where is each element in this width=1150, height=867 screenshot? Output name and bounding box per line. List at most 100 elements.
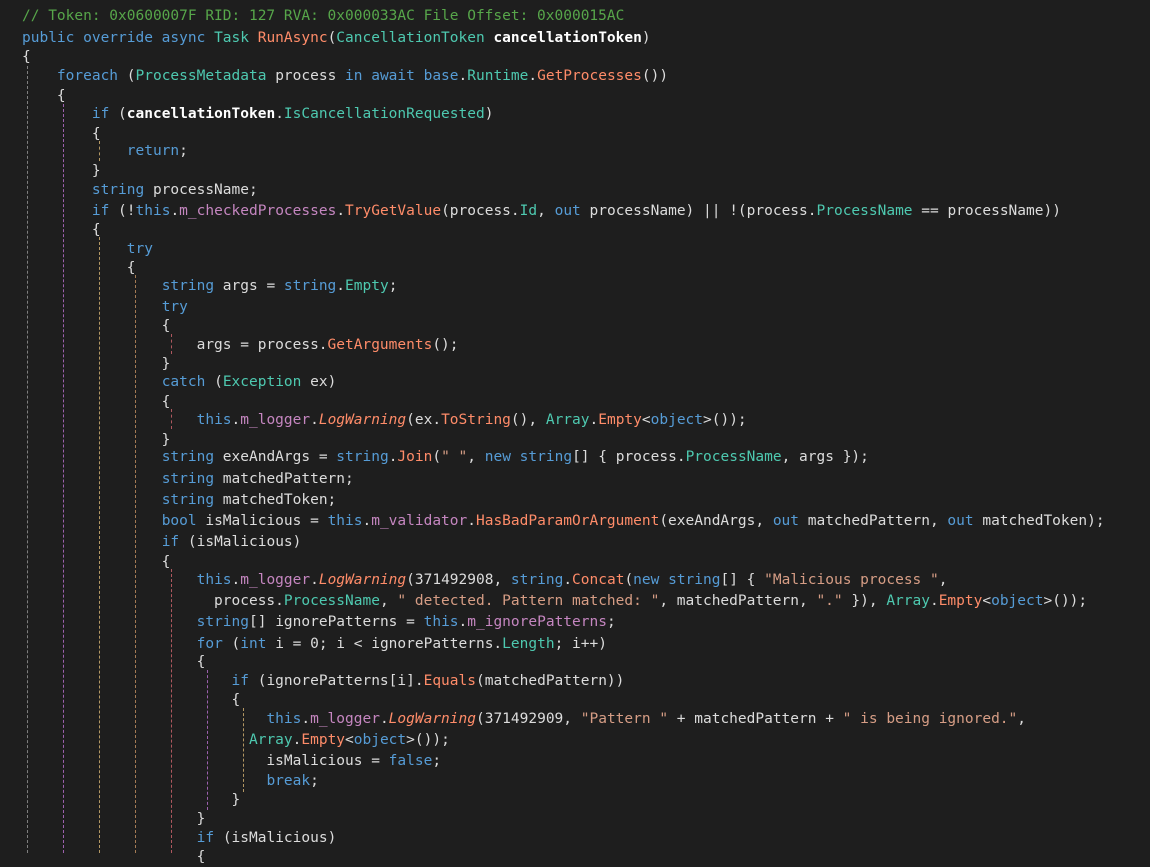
code-token: object — [991, 593, 1044, 609]
code-token: { — [22, 222, 101, 238]
code-token: cancellationToken — [493, 30, 642, 46]
code-line[interactable]: return; — [0, 141, 188, 161]
code-line[interactable]: { — [0, 690, 241, 710]
code-line[interactable]: Array.Empty<object>()); — [0, 730, 450, 750]
code-token: , — [467, 449, 485, 465]
code-line[interactable]: { — [0, 258, 136, 278]
code-token: out — [772, 513, 808, 529]
code-editor[interactable]: // Token: 0x0600007F RID: 127 RVA: 0x000… — [0, 0, 1150, 865]
code-line[interactable]: catch (Exception ex) — [0, 372, 337, 392]
code-token: m_ignorePatterns — [467, 614, 607, 630]
code-token: Equals — [423, 673, 476, 689]
code-token: "." — [816, 593, 843, 609]
code-token: } — [22, 432, 171, 448]
code-line[interactable]: if (ignorePatterns[i].Equals(matchedPatt… — [0, 671, 625, 691]
code-token: (371492908, — [406, 572, 511, 588]
code-line[interactable]: { — [0, 316, 171, 336]
code-token: < — [982, 593, 992, 609]
code-line[interactable]: for (int i = 0; i < ignorePatterns.Lengt… — [0, 634, 607, 654]
code-line[interactable]: bool isMalicious = this.m_validator.HasB… — [0, 511, 1105, 531]
code-line[interactable]: string[] ignorePatterns = this.m_ignoreP… — [0, 612, 616, 632]
code-line[interactable]: } — [0, 790, 241, 810]
code-token: . — [362, 513, 372, 529]
code-token: ; — [388, 278, 398, 294]
code-token: matchedToken); — [982, 513, 1105, 529]
code-token: i = 0; i < ignorePatterns. — [275, 636, 503, 652]
code-line[interactable]: if (isMalicious) — [0, 828, 337, 848]
code-line[interactable]: // Token: 0x0600007F RID: 127 RVA: 0x000… — [0, 6, 624, 26]
code-token: // Token: 0x0600007F RID: 127 RVA: 0x000… — [22, 8, 625, 24]
code-line[interactable]: { — [0, 220, 101, 240]
code-line[interactable]: break; — [0, 771, 318, 791]
code-token: (isMalicious) — [187, 534, 302, 550]
code-token: (); — [432, 337, 459, 353]
code-line[interactable]: this.m_logger.LogWarning(ex.ToString(), … — [0, 410, 747, 430]
code-token: >()); — [703, 412, 747, 428]
code-token: { — [22, 849, 206, 865]
code-token: m_validator — [371, 513, 468, 529]
code-line[interactable]: { — [0, 552, 171, 572]
code-line[interactable]: } — [0, 354, 171, 374]
code-line[interactable]: process.ProcessName, " detected. Pattern… — [0, 591, 1087, 611]
code-token: LogWarning — [318, 412, 407, 428]
code-token: [] { process. — [572, 449, 686, 465]
code-line[interactable]: try — [0, 297, 188, 317]
code-line[interactable]: { — [0, 86, 66, 106]
code-token: } — [22, 163, 101, 179]
code-token: } — [22, 356, 171, 372]
code-line[interactable]: args = process.GetArguments(); — [0, 335, 459, 355]
code-token: ToString — [441, 412, 511, 428]
code-token: string — [336, 449, 389, 465]
code-token: if — [91, 106, 119, 122]
code-line[interactable]: string args = string.Empty; — [0, 276, 398, 296]
code-line[interactable]: string matchedPattern; — [0, 469, 354, 489]
code-token: for — [196, 636, 232, 652]
code-token: ()) — [641, 68, 669, 84]
code-token: Empty — [301, 732, 346, 748]
code-token: ; — [432, 753, 442, 769]
code-token: GetProcesses — [537, 68, 642, 84]
code-token: process. — [22, 593, 284, 609]
code-token: matchedPattern; — [222, 471, 354, 487]
code-token: return — [126, 143, 180, 159]
code-line[interactable]: } — [0, 809, 206, 829]
code-token: (exeAndArgs, — [659, 513, 773, 529]
code-line[interactable]: foreach (ProcessMetadata process in awai… — [0, 66, 668, 86]
code-token: this — [266, 711, 302, 727]
code-line[interactable]: this.m_logger.LogWarning(371492908, stri… — [0, 570, 948, 590]
code-line[interactable]: if (isMalicious) — [0, 532, 302, 552]
code-line[interactable]: try — [0, 239, 153, 259]
code-token: Length — [502, 636, 555, 652]
code-line[interactable]: { — [0, 47, 31, 67]
code-line[interactable]: this.m_logger.LogWarning(371492909, "Pat… — [0, 709, 1026, 729]
code-line[interactable]: public override async Task RunAsync(Canc… — [0, 28, 651, 48]
code-token: m_logger — [240, 572, 311, 588]
code-token: " detected. Pattern matched: " — [397, 593, 660, 609]
code-token: exeAndArgs = — [222, 449, 337, 465]
code-line[interactable]: { — [0, 652, 206, 672]
code-line[interactable]: if (!this.m_checkedProcesses.TryGetValue… — [0, 201, 1061, 221]
code-line[interactable]: isMalicious = false; — [0, 751, 441, 771]
code-line[interactable]: { — [0, 847, 206, 867]
code-line[interactable]: string exeAndArgs = string.Join(" ", new… — [0, 447, 869, 467]
code-token: " is being ignored." — [842, 711, 1018, 727]
code-line[interactable]: string matchedToken; — [0, 490, 337, 510]
code-line[interactable]: if (cancellationToken.IsCancellationRequ… — [0, 104, 494, 124]
code-token: }), — [842, 593, 887, 609]
code-line[interactable]: { — [0, 392, 171, 412]
code-line[interactable]: string processName; — [0, 180, 258, 200]
code-line[interactable]: } — [0, 161, 101, 181]
code-token: out — [554, 203, 590, 219]
code-token: args = — [222, 278, 284, 294]
code-token: . — [275, 106, 284, 122]
code-token: "Malicious process " — [764, 572, 939, 588]
code-token: . — [379, 711, 389, 727]
code-token: ProcessName — [685, 449, 782, 465]
code-token: . — [467, 513, 476, 529]
